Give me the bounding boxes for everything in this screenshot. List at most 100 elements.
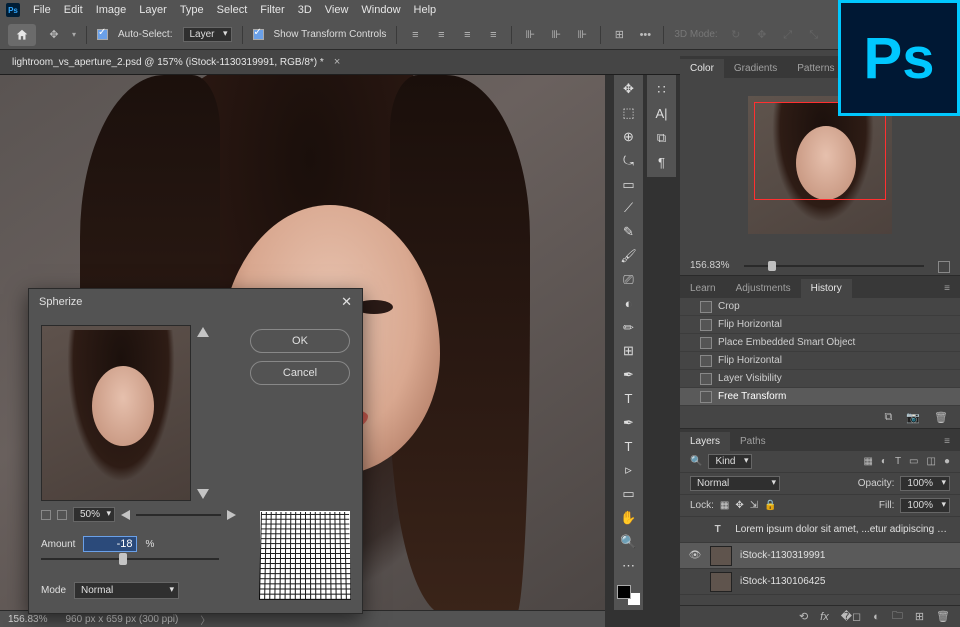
navigator-zoom-in-icon[interactable] bbox=[938, 261, 950, 273]
align-left-icon[interactable]: ≡ bbox=[407, 27, 423, 43]
layer-item[interactable]: 👁 iStock-1130319991 bbox=[680, 543, 960, 569]
history-item[interactable]: Flip Horizontal bbox=[680, 316, 960, 334]
lock-pixels-icon[interactable]: ▦ bbox=[720, 500, 729, 511]
menu-help[interactable]: Help bbox=[414, 4, 437, 16]
filter-kind-icon[interactable]: 🔍 bbox=[690, 456, 702, 467]
filter-pixel-icon[interactable]: ▦ bbox=[863, 456, 872, 467]
navigator-thumbnail[interactable] bbox=[748, 96, 892, 234]
lock-nesting-icon[interactable]: ⇲ bbox=[750, 500, 758, 511]
visibility-toggle[interactable]: 👁 bbox=[688, 550, 702, 561]
layer-style-icon[interactable]: fx bbox=[820, 611, 829, 623]
zoom-out-icon[interactable] bbox=[41, 510, 51, 520]
path-select-tool[interactable]: ▹ bbox=[617, 460, 641, 481]
tab-patterns[interactable]: Patterns bbox=[787, 59, 844, 78]
tab-gradients[interactable]: Gradients bbox=[724, 59, 787, 78]
navigator-view-box[interactable] bbox=[754, 102, 886, 200]
auto-select-checkbox[interactable] bbox=[97, 29, 108, 40]
close-icon[interactable]: ✕ bbox=[341, 294, 352, 310]
lasso-tool[interactable]: ⊕ bbox=[617, 127, 641, 148]
navigator-zoom-slider[interactable] bbox=[744, 265, 924, 267]
align-top-icon[interactable]: ≡ bbox=[485, 27, 501, 43]
menu-file[interactable]: File bbox=[33, 4, 51, 16]
type-tool[interactable]: T bbox=[617, 436, 641, 457]
status-zoom[interactable]: 156.83% bbox=[8, 614, 47, 625]
status-dimensions[interactable]: 960 px x 659 px (300 ppi) bbox=[65, 614, 178, 625]
filter-adjustment-icon[interactable]: ◐ bbox=[881, 456, 887, 467]
crop-tool[interactable]: ▭ bbox=[617, 174, 641, 195]
eyedropper-tool[interactable]: ✎ bbox=[617, 222, 641, 243]
frame-tool[interactable]: ⟋ bbox=[617, 198, 641, 219]
tab-layers[interactable]: Layers bbox=[680, 432, 730, 451]
layer-filter-dropdown[interactable]: Kind bbox=[708, 454, 752, 469]
tab-paths[interactable]: Paths bbox=[730, 432, 776, 451]
tab-learn[interactable]: Learn bbox=[680, 279, 726, 298]
edit-toolbar-icon[interactable]: ⋯ bbox=[617, 555, 641, 576]
scroll-down-icon[interactable] bbox=[197, 489, 209, 499]
shape-tool[interactable]: ▭ bbox=[617, 484, 641, 505]
distribute-h-icon[interactable]: ⊪ bbox=[522, 27, 538, 43]
zoom-tool[interactable]: 🔍 bbox=[617, 531, 641, 552]
history-item[interactable]: Crop bbox=[680, 298, 960, 316]
ok-button[interactable]: OK bbox=[250, 329, 350, 353]
layer-mask-icon[interactable]: �◻ bbox=[841, 610, 861, 623]
new-layer-icon[interactable]: ⊞ bbox=[915, 610, 924, 623]
close-tab-icon[interactable]: × bbox=[334, 56, 340, 68]
brush-tool[interactable]: ⎚ bbox=[617, 270, 641, 291]
zoom-fit-icon[interactable] bbox=[57, 510, 67, 520]
marquee-tool[interactable]: ⬚ bbox=[617, 103, 641, 124]
preview-h-scroll[interactable] bbox=[136, 514, 221, 516]
quick-select-tool[interactable]: ⤿ bbox=[617, 150, 641, 171]
history-item[interactable]: Free Transform bbox=[680, 388, 960, 406]
filter-type-icon[interactable]: T bbox=[895, 456, 901, 467]
panel-menu-icon[interactable]: ≡ bbox=[934, 432, 960, 451]
history-item[interactable]: Layer Visibility bbox=[680, 370, 960, 388]
filter-smart-icon[interactable]: ◫ bbox=[927, 456, 936, 467]
tab-color[interactable]: Color bbox=[680, 59, 724, 78]
paragraph-panel-icon[interactable]: ¶ bbox=[650, 152, 674, 173]
filter-shape-icon[interactable]: ▭ bbox=[909, 456, 918, 467]
lock-all-icon[interactable]: 🔒 bbox=[764, 500, 776, 511]
fill-dropdown[interactable]: 100% bbox=[900, 498, 950, 513]
trash-icon[interactable]: 🗑 bbox=[934, 411, 948, 424]
align-right-icon[interactable]: ≡ bbox=[459, 27, 475, 43]
more-align-icon[interactable]: ••• bbox=[637, 27, 653, 43]
home-button[interactable] bbox=[8, 24, 36, 46]
dialog-preview[interactable] bbox=[41, 325, 191, 501]
align-center-h-icon[interactable]: ≡ bbox=[433, 27, 449, 43]
layer-item[interactable]: iStock-1130106425 bbox=[680, 569, 960, 595]
dialog-titlebar[interactable]: Spherize ✕ bbox=[29, 289, 362, 315]
auto-select-target-dropdown[interactable]: Layer bbox=[183, 27, 232, 42]
pen-tool[interactable]: ✒ bbox=[617, 412, 641, 433]
distribute-v-icon[interactable]: ⊪ bbox=[574, 27, 590, 43]
show-transform-checkbox[interactable] bbox=[253, 29, 264, 40]
menu-image[interactable]: Image bbox=[96, 4, 127, 16]
gradient-tool[interactable]: ✒ bbox=[617, 365, 641, 386]
cancel-button[interactable]: Cancel bbox=[250, 361, 350, 385]
distribute-center-icon[interactable]: ⊪ bbox=[548, 27, 564, 43]
history-brush-tool[interactable]: ✏ bbox=[617, 317, 641, 338]
create-document-from-state-icon[interactable]: ⧉ bbox=[884, 411, 892, 424]
blend-mode-dropdown[interactable]: Normal bbox=[690, 476, 780, 491]
clone-stamp-tool[interactable]: ◐ bbox=[617, 293, 641, 314]
scroll-up-icon[interactable] bbox=[197, 327, 209, 337]
amount-input[interactable] bbox=[83, 536, 137, 552]
link-layers-icon[interactable]: ⟲ bbox=[799, 610, 808, 623]
opacity-dropdown[interactable]: 100% bbox=[900, 476, 950, 491]
filter-toggle-icon[interactable]: ● bbox=[944, 456, 950, 467]
menu-type[interactable]: Type bbox=[180, 4, 204, 16]
scroll-right-icon[interactable] bbox=[227, 510, 236, 520]
menu-select[interactable]: Select bbox=[217, 4, 248, 16]
properties-panel-icon[interactable]: ∷ bbox=[650, 79, 674, 100]
adjustment-layer-icon[interactable]: ◐ bbox=[873, 611, 880, 623]
distribute-spacing-icon[interactable]: ⊞ bbox=[611, 27, 627, 43]
menu-view[interactable]: View bbox=[325, 4, 349, 16]
libraries-panel-icon[interactable]: ⧉ bbox=[650, 128, 674, 149]
tab-adjustments[interactable]: Adjustments bbox=[726, 279, 801, 298]
menu-layer[interactable]: Layer bbox=[139, 4, 167, 16]
lock-position-icon[interactable]: ✥ bbox=[735, 500, 743, 511]
delete-layer-icon[interactable]: 🗑 bbox=[936, 610, 950, 623]
document-tab[interactable]: lightroom_vs_aperture_2.psd @ 157% (iSto… bbox=[12, 57, 324, 68]
eraser-tool[interactable]: ⊞ bbox=[617, 341, 641, 362]
panel-menu-icon[interactable]: ≡ bbox=[934, 279, 960, 298]
navigator-zoom-value[interactable]: 156.83% bbox=[690, 260, 729, 271]
